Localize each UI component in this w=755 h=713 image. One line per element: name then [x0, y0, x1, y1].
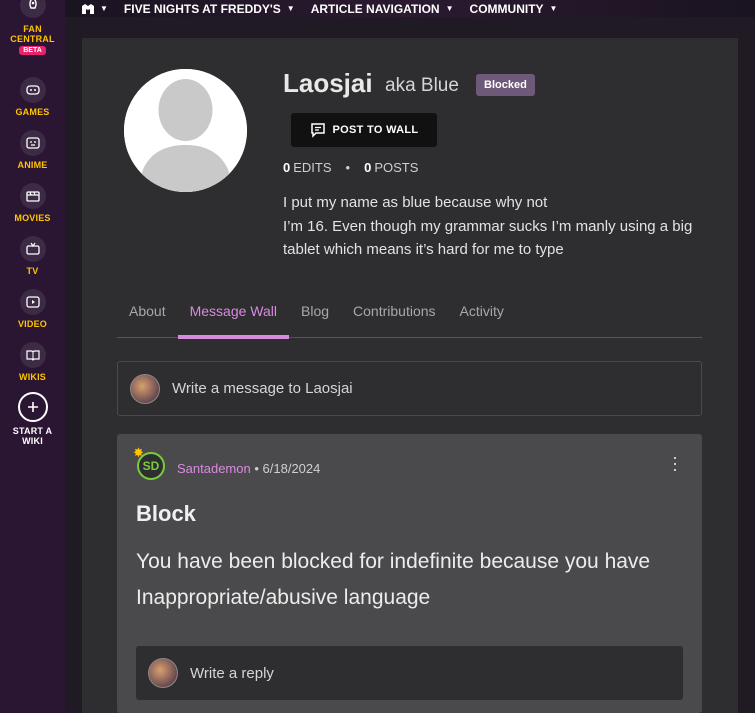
default-avatar-icon [124, 69, 247, 192]
tab-blog[interactable]: Blog [289, 296, 341, 337]
message-composer[interactable]: Write a message to Laosjai [117, 361, 702, 416]
menu-article-navigation-label: ARTICLE NAVIGATION [310, 1, 440, 16]
edits-count: 0 [283, 160, 291, 175]
rocket-icon [19, 0, 46, 18]
nav-start-a-wiki[interactable]: START A WIKI [0, 392, 65, 446]
blocked-badge: Blocked [476, 74, 535, 96]
chevron-down-icon: ▼ [100, 4, 108, 13]
tab-message-wall[interactable]: Message Wall [177, 296, 290, 339]
reply-composer[interactable]: Write a reply [136, 646, 683, 700]
menu-five-nights-label: FIVE NIGHTS AT FREDDY'S [123, 1, 281, 16]
profile-bio: I put my name as blue because why not I’… [283, 194, 693, 258]
fandom-logo-icon [82, 3, 94, 14]
edits-label: EDITS [293, 160, 332, 175]
global-navigation: FAN CENTRAL BETA GAMES ANIME MOVIES TV VI… [0, 0, 65, 713]
menu-community[interactable]: COMMUNITY ▼ [470, 2, 558, 16]
stats-separator: • [345, 160, 351, 175]
more-options-icon[interactable]: · · · [670, 448, 680, 478]
nav-fan-central-label: FAN CENTRAL [10, 24, 55, 44]
tab-activity[interactable]: Activity [448, 296, 516, 337]
wall-post: SD ✸ Santademon • 6/18/2024 · · · Block Yo… [117, 434, 702, 713]
beta-badge: BETA [19, 46, 46, 55]
nav-movies-label: MOVIES [14, 213, 51, 223]
nav-games[interactable]: GAMES [0, 77, 65, 117]
profile-stats: 0 EDITS • 0 POSTS [283, 160, 418, 175]
post-to-wall-label: POST TO WALL [332, 124, 419, 136]
book-icon [19, 342, 46, 368]
nav-anime-label: ANIME [17, 160, 48, 170]
nav-movies[interactable]: MOVIES [0, 183, 65, 223]
profile-tabs: About Message Wall Blog Contributions Ac… [117, 296, 702, 339]
star-badge-icon: ✸ [133, 445, 144, 460]
post-date[interactable]: 6/18/2024 [263, 461, 321, 476]
profile-aka: aka Blue [385, 75, 459, 96]
profile-avatar[interactable] [124, 69, 247, 192]
nav-tv[interactable]: TV [0, 236, 65, 276]
clapperboard-icon [19, 183, 46, 209]
post-meta: Santademon • 6/18/2024 [177, 461, 320, 476]
nav-tv-label: TV [26, 266, 39, 276]
posts-count: 0 [364, 160, 372, 175]
profile-username: Laosjai [283, 68, 373, 98]
community-header: ▼ FIVE NIGHTS AT FREDDY'S ▼ ARTICLE NAVI… [65, 0, 755, 17]
tv-icon [19, 236, 46, 262]
nav-fan-central[interactable]: FAN CENTRAL BETA [0, 0, 65, 55]
nav-video-label: VIDEO [17, 319, 47, 329]
menu-community-label: COMMUNITY [469, 1, 544, 16]
plus-icon [17, 392, 48, 422]
anime-icon [19, 130, 46, 156]
nav-wikis[interactable]: WIKIS [0, 342, 65, 382]
profile-page: Laosjai aka Blue Blocked POST TO WALL 0 … [82, 38, 738, 713]
message-composer-placeholder: Write a message to Laosjai [172, 380, 353, 397]
nav-games-label: GAMES [15, 107, 50, 117]
meta-separator: • [254, 461, 263, 476]
play-icon [19, 289, 46, 315]
menu-article-navigation[interactable]: ARTICLE NAVIGATION ▼ [311, 2, 454, 16]
chevron-down-icon: ▼ [445, 4, 454, 13]
post-body: You have been blocked for indefinite bec… [136, 550, 651, 609]
reply-user-avatar [148, 658, 178, 688]
fandom-logo-menu[interactable]: ▼ [81, 3, 108, 15]
speech-bubble-icon [310, 123, 325, 138]
nav-anime[interactable]: ANIME [0, 130, 65, 170]
tab-about[interactable]: About [117, 296, 178, 337]
menu-five-nights[interactable]: FIVE NIGHTS AT FREDDY'S ▼ [124, 2, 295, 16]
tab-contributions[interactable]: Contributions [341, 296, 448, 337]
nav-video[interactable]: VIDEO [0, 289, 65, 329]
chevron-down-icon: ▼ [286, 4, 295, 13]
gamepad-icon [19, 77, 46, 103]
current-user-avatar [130, 373, 160, 404]
post-author-link[interactable]: Santademon [177, 461, 251, 476]
reply-placeholder: Write a reply [190, 664, 274, 682]
nav-start-a-wiki-label: START A WIKI [12, 426, 53, 446]
post-to-wall-button[interactable]: POST TO WALL [291, 113, 437, 147]
chevron-down-icon: ▼ [549, 4, 558, 13]
posts-label: POSTS [374, 160, 419, 175]
nav-wikis-label: WIKIS [19, 372, 46, 382]
post-title: Block [136, 501, 196, 526]
